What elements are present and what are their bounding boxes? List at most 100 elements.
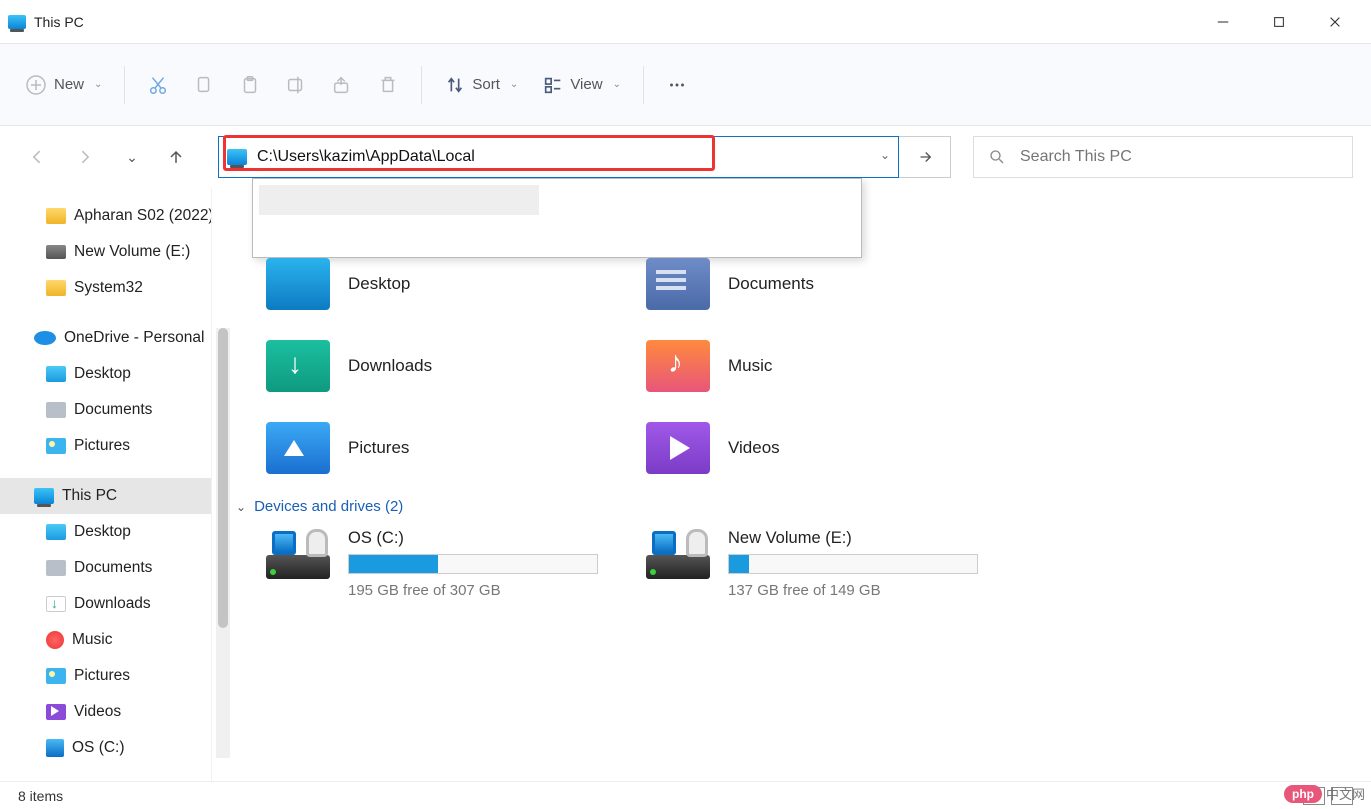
watermark-text: 中文网 (1326, 784, 1365, 803)
sidebar-item-label: Music (72, 631, 112, 649)
sidebar-item[interactable]: Pictures (0, 658, 211, 694)
paste-button[interactable] (227, 66, 273, 104)
folder-item[interactable]: Desktop (266, 258, 646, 310)
sidebar-item[interactable]: Desktop (0, 356, 211, 392)
separator (124, 66, 125, 104)
sidebar-item[interactable]: Music (0, 622, 211, 658)
sidebar-item[interactable]: Documents (0, 550, 211, 586)
share-button[interactable] (319, 66, 365, 104)
folder-item[interactable]: Videos (646, 422, 1026, 474)
chevron-down-icon[interactable]: ⌄ (880, 148, 890, 162)
sort-label: Sort (472, 76, 500, 93)
folder-item[interactable]: Documents (646, 258, 1026, 310)
pc-icon (227, 149, 247, 165)
drive-usage-bar (728, 554, 978, 574)
view-button[interactable]: View ⌄ (530, 66, 633, 104)
sidebar-item-label: Desktop (74, 365, 131, 383)
address-bar[interactable]: ⌄ (218, 136, 899, 178)
rename-button[interactable] (273, 66, 319, 104)
pc-icon (8, 15, 26, 29)
doc-icon (46, 560, 66, 576)
pc-icon (34, 488, 54, 504)
folder-label: Downloads (348, 356, 432, 376)
section-devices-header[interactable]: ⌄ Devices and drives (2) (236, 498, 1347, 515)
sidebar-item[interactable]: Pictures (0, 428, 211, 464)
drive-name: New Volume (E:) (728, 529, 1026, 548)
sidebar-item[interactable]: Videos (0, 694, 211, 730)
drive-name: OS (C:) (348, 529, 646, 548)
copy-button[interactable] (181, 66, 227, 104)
folder-y-icon (46, 208, 66, 224)
window-controls (1195, 0, 1363, 44)
sidebar-item-label: System32 (74, 279, 143, 297)
sidebar-item-label: New Volume (E:) (74, 243, 190, 261)
maximize-button[interactable] (1251, 0, 1307, 44)
sidebar-item-label: OS (C:) (72, 739, 125, 757)
chevron-down-icon: ⌄ (613, 79, 621, 90)
up-button[interactable] (156, 137, 196, 177)
search-icon (988, 148, 1006, 166)
pictures-folder-icon (266, 422, 330, 474)
sidebar-item[interactable]: This PC (0, 478, 211, 514)
sidebar-item-label: Pictures (74, 667, 130, 685)
folder-item[interactable]: Downloads (266, 340, 646, 392)
folder-y-icon (46, 280, 66, 296)
sidebar-item[interactable]: System32 (0, 270, 211, 306)
recent-button[interactable]: ⌄ (110, 137, 150, 177)
folder-label: Pictures (348, 438, 409, 458)
folder-item[interactable]: Pictures (266, 422, 646, 474)
delete-button[interactable] (365, 66, 411, 104)
sort-button[interactable]: Sort ⌄ (432, 66, 530, 104)
sidebar-item-label: Documents (74, 559, 152, 577)
minimize-button[interactable] (1195, 0, 1251, 44)
folder-label: Videos (728, 438, 780, 458)
back-button[interactable] (18, 137, 58, 177)
doc-icon (46, 402, 66, 418)
body: Apharan S02 (2022) New Volume (E:) System3… (0, 188, 1371, 781)
sidebar-item[interactable]: OS (C:) (0, 730, 211, 766)
toolbar: New ⌄ Sort ⌄ View ⌄ (0, 44, 1371, 126)
search-input[interactable] (1020, 148, 1338, 166)
drive-icon (646, 529, 710, 579)
sidebar-item[interactable]: Apharan S02 (2022) (0, 198, 211, 234)
new-button[interactable]: New ⌄ (12, 65, 114, 105)
search-box[interactable] (973, 136, 1353, 178)
go-button[interactable] (899, 136, 951, 178)
drive-item[interactable]: OS (C:) 195 GB free of 307 GB (266, 529, 646, 599)
folder-item[interactable]: Music (646, 340, 1026, 392)
sidebar-item[interactable]: Downloads (0, 586, 211, 622)
dl-icon (46, 596, 66, 612)
more-button[interactable] (654, 66, 700, 104)
watermark-badge: php (1284, 785, 1322, 803)
drive-item[interactable]: New Volume (E:) 137 GB free of 149 GB (646, 529, 1026, 599)
content-pane: DesktopDocuments Downloads Music Pictures Vi… (212, 188, 1371, 781)
drive-icon (266, 529, 330, 579)
separator (421, 66, 422, 104)
sidebar-item-label: This PC (62, 487, 117, 505)
drives-grid: OS (C:) 195 GB free of 307 GB New Volume… (266, 529, 1347, 599)
close-button[interactable] (1307, 0, 1363, 44)
forward-button[interactable] (64, 137, 104, 177)
folders-grid: DesktopDocuments Downloads Music Pictures Vi… (266, 258, 1347, 474)
watermark: php 中文网 (1284, 784, 1365, 803)
chevron-down-icon: ⌄ (236, 500, 246, 514)
new-label: New (54, 76, 84, 93)
chevron-down-icon: ⌄ (510, 79, 518, 90)
videos-folder-icon (646, 422, 710, 474)
desktop-folder-icon (266, 258, 330, 310)
desktop-icon (46, 366, 66, 382)
downloads-folder-icon (266, 340, 330, 392)
drive-info: New Volume (E:) 137 GB free of 149 GB (728, 529, 1026, 599)
sidebar-item[interactable]: OneDrive - Personal (0, 320, 211, 356)
video-icon (46, 704, 66, 720)
sidebar-item[interactable]: New Volume (E:) (0, 234, 211, 270)
music-icon (46, 631, 64, 649)
pic-icon (46, 438, 66, 454)
status-text: 8 items (18, 788, 63, 804)
cut-button[interactable] (135, 66, 181, 104)
drive-info: OS (C:) 195 GB free of 307 GB (348, 529, 646, 599)
address-input[interactable] (257, 148, 890, 166)
sidebar-item[interactable]: Documents (0, 392, 211, 428)
sidebar-item[interactable]: Desktop (0, 514, 211, 550)
sidebar-item-label: Documents (74, 401, 152, 419)
